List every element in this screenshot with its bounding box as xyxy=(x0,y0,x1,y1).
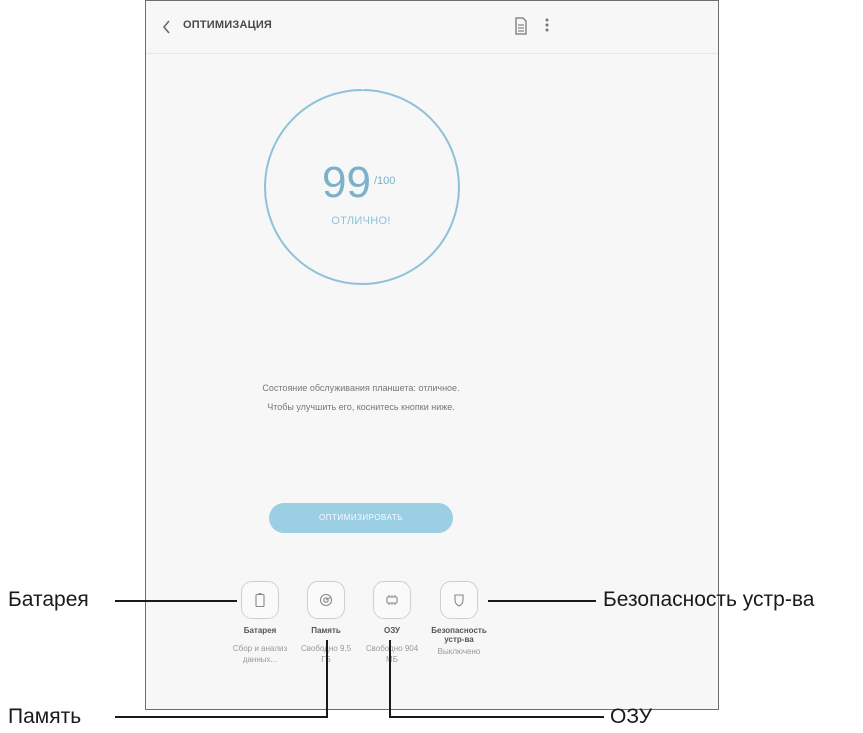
battery-card-value-line-2: данных... xyxy=(242,655,278,664)
score-max: /100 xyxy=(374,175,396,187)
battery-icon xyxy=(255,593,265,608)
status-description: Состояние обслуживания планшета: отлично… xyxy=(206,379,516,417)
storage-icon-frame xyxy=(307,581,345,619)
leader-line-security xyxy=(488,600,596,602)
ram-card-label: ОЗУ xyxy=(384,626,400,635)
storage-card-label: Память xyxy=(311,626,341,635)
leader-line-battery xyxy=(115,600,237,602)
ram-card-value-line-1: Свободно 904 xyxy=(365,644,419,653)
shield-icon xyxy=(454,594,464,607)
ram-card-value-line-2: МБ xyxy=(386,655,398,664)
ram-icon-frame xyxy=(373,581,411,619)
security-card-value: Выключено xyxy=(427,646,491,657)
ram-icon xyxy=(386,595,398,605)
leader-line-memory-horizontal xyxy=(115,716,328,718)
more-vertical-icon xyxy=(545,18,549,32)
ram-card[interactable]: ОЗУ Свободно 904 МБ xyxy=(360,581,424,665)
storage-icon xyxy=(319,593,333,607)
battery-card-value: Сбор и анализ данных... xyxy=(228,643,292,665)
leader-line-memory-vertical xyxy=(326,640,328,718)
description-line-2: Чтобы улучшить его, коснитесь кнопки ниж… xyxy=(267,402,455,412)
description-line-1: Состояние обслуживания планшета: отлично… xyxy=(262,383,460,393)
app-bar-divider xyxy=(146,53,718,54)
document-button[interactable] xyxy=(514,17,532,37)
status-label: ОТЛИЧНО! xyxy=(331,215,391,227)
security-card-label-line-2: устр-ва xyxy=(444,635,474,644)
battery-icon-frame xyxy=(241,581,279,619)
leader-line-ram-horizontal xyxy=(389,716,604,718)
app-bar: ОПТИМИЗАЦИЯ xyxy=(146,1,718,53)
security-card-value-line-1: Выключено xyxy=(437,647,481,656)
chevron-left-icon xyxy=(162,20,170,34)
leader-line-ram-vertical xyxy=(389,640,391,718)
security-card-label-line-1: Безопасность xyxy=(431,626,487,635)
battery-card-label: Батарея xyxy=(243,626,277,635)
optimize-button[interactable]: ОПТИМИЗИРОВАТЬ xyxy=(269,503,453,533)
security-card[interactable]: Безопасность устр-ва Выключено xyxy=(427,581,491,657)
ram-card-value: Свободно 904 МБ xyxy=(360,643,424,665)
security-card-label: Безопасность устр-ва xyxy=(427,626,491,644)
score-value: 99 xyxy=(322,158,371,207)
callout-ram: ОЗУ xyxy=(610,705,653,728)
callout-memory: Память xyxy=(8,705,82,728)
page-title: ОПТИМИЗАЦИЯ xyxy=(183,19,273,31)
document-icon xyxy=(515,17,527,35)
more-options-button[interactable] xyxy=(544,17,558,37)
battery-card-value-line-1: Сбор и анализ xyxy=(232,644,288,653)
callout-security: Безопасность устр-ва xyxy=(603,588,815,611)
callout-battery: Батарея xyxy=(8,588,89,611)
battery-card[interactable]: Батарея Сбор и анализ данных... xyxy=(228,581,292,665)
back-button[interactable] xyxy=(156,15,178,39)
shield-icon-frame xyxy=(440,581,478,619)
